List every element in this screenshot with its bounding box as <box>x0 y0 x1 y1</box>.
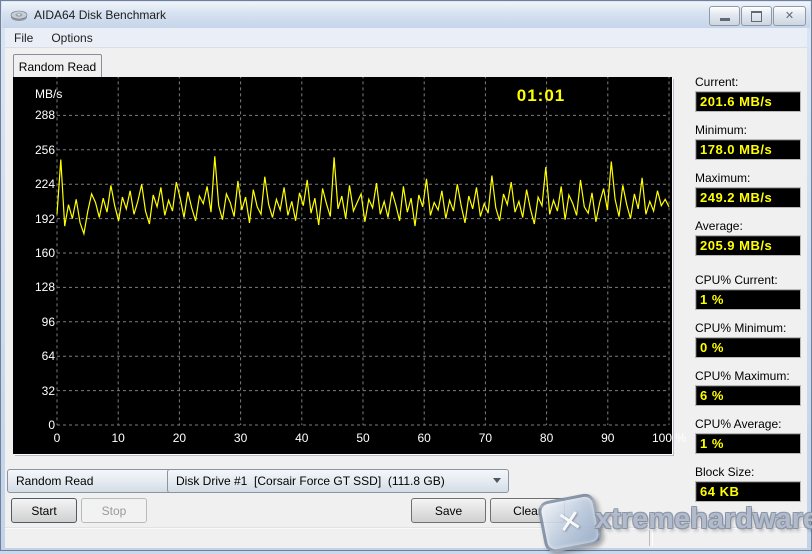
stat-value-box: 205.9 MB/s <box>695 235 801 256</box>
title-bar[interactable]: AIDA64 Disk Benchmark <box>2 2 810 28</box>
y-axis-tick: 288 <box>34 108 55 123</box>
start-button[interactable]: Start <box>11 498 77 523</box>
stat-label: Current: <box>695 75 739 89</box>
close-button[interactable]: ✕ <box>773 6 806 26</box>
y-axis-tick: 96 <box>41 314 55 329</box>
y-axis-tick: 160 <box>34 246 55 260</box>
chevron-down-icon <box>493 478 501 483</box>
x-axis-tick: 40 <box>295 431 309 445</box>
stat-label: Maximum: <box>695 171 751 185</box>
minimize-icon <box>719 18 730 21</box>
stat-group: Average: 205.9 MB/s <box>695 219 801 256</box>
y-axis-tick: 0 <box>48 418 55 432</box>
stat-label: Block Size: <box>695 465 755 479</box>
stat-value-box: 1 % <box>695 433 801 454</box>
stat-group: CPU% Minimum: 0 % <box>695 321 801 358</box>
y-axis-tick: 64 <box>41 349 55 364</box>
x-axis-tick: 80 <box>539 431 554 445</box>
maximize-icon <box>751 10 762 22</box>
stat-group: Maximum: 249.2 MB/s <box>695 171 801 208</box>
benchmark-chart: 01:01 MB/s 288 256 224 192 160 128 96 64 32 0 0 10 20… <box>13 77 686 454</box>
minimize-button[interactable] <box>709 6 740 26</box>
stat-group: Minimum: 178.0 MB/s <box>695 123 801 160</box>
stat-label: CPU% Maximum: <box>695 369 790 383</box>
y-axis-tick: 224 <box>34 177 55 192</box>
x-axis-tick: 90 <box>601 431 615 445</box>
y-axis-tick: 128 <box>34 280 55 295</box>
clear-button[interactable]: Clear <box>490 498 565 523</box>
stat-group: Current: 201.6 MB/s <box>695 75 801 112</box>
y-axis-unit: MB/s <box>35 87 63 101</box>
stat-label: CPU% Minimum: <box>695 321 787 335</box>
x-axis-tick: 30 <box>233 431 248 445</box>
stat-value-box: 64 KB <box>695 481 801 502</box>
stat-group: Block Size: 64 KB <box>695 465 801 502</box>
x-axis-tick: 70 <box>478 431 493 445</box>
x-axis-tick: 0 <box>53 431 61 445</box>
window-title: AIDA64 Disk Benchmark <box>34 8 167 22</box>
stop-button[interactable]: Stop <box>81 498 147 523</box>
x-axis-tick: 10 <box>111 431 125 445</box>
x-axis-tick: 100 % <box>651 431 687 445</box>
status-bar <box>5 527 807 548</box>
tab-random-read[interactable]: Random Read <box>13 54 102 78</box>
x-axis-tick: 60 <box>417 431 431 445</box>
menu-bar: File Options <box>5 28 807 48</box>
benchmark-type-value: Random Read <box>16 474 94 488</box>
stat-group: CPU% Current: 1 % <box>695 273 801 310</box>
stat-value-box: 249.2 MB/s <box>695 187 801 208</box>
stat-label: CPU% Average: <box>695 417 782 431</box>
disk-drive-select[interactable]: Disk Drive #1 [Corsair Force GT SSD] (11… <box>167 469 509 493</box>
elapsed-time: 01:01 <box>516 86 566 105</box>
app-window: AIDA64 Disk Benchmark ✕ File Options Ran… <box>0 0 812 554</box>
stats-panel: Current: 201.6 MB/s Minimum: 178.0 MB/s Maxi… <box>695 75 801 513</box>
maximize-button[interactable] <box>741 6 772 26</box>
chart-canvas <box>56 77 670 426</box>
menu-file[interactable]: File <box>5 28 42 47</box>
disk-drive-value: Disk Drive #1 [Corsair Force GT SSD] (11… <box>176 474 445 488</box>
menu-options[interactable]: Options <box>42 28 101 47</box>
x-axis-tick: 20 <box>172 431 187 445</box>
x-axis-tick: 50 <box>356 431 370 445</box>
stat-label: CPU% Current: <box>695 273 778 287</box>
status-bar-divider <box>649 530 653 546</box>
close-icon: ✕ <box>784 9 795 22</box>
stat-value-box: 178.0 MB/s <box>695 139 801 160</box>
stat-value-box: 1 % <box>695 289 801 310</box>
y-axis-tick: 192 <box>34 211 55 226</box>
y-axis-tick: 256 <box>34 142 55 157</box>
stat-label: Minimum: <box>695 123 748 137</box>
save-button[interactable]: Save <box>411 498 486 523</box>
stat-group: CPU% Maximum: 6 % <box>695 369 801 406</box>
disk-icon <box>10 10 28 21</box>
stat-value-box: 6 % <box>695 385 801 406</box>
stat-value-box: 201.6 MB/s <box>695 91 801 112</box>
stat-label: Average: <box>695 219 743 233</box>
stat-value-box: 0 % <box>695 337 801 358</box>
stat-group: CPU% Average: 1 % <box>695 417 801 454</box>
benchmark-type-select[interactable]: Random Read <box>7 469 193 493</box>
y-axis-tick: 32 <box>41 383 55 398</box>
